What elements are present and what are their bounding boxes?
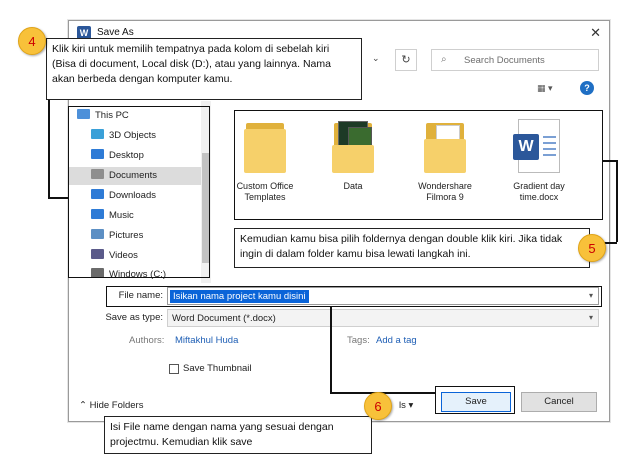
authors-value[interactable]: Miftakhul Huda <box>175 335 238 346</box>
files-highlight-frame <box>234 110 603 220</box>
help-icon[interactable]: ? <box>580 81 594 95</box>
connector-line <box>48 100 50 198</box>
connector-line <box>616 160 618 242</box>
save-thumbnail-label: Save Thumbnail <box>183 363 252 374</box>
tags-label: Tags: <box>347 335 370 346</box>
hide-folders-label: Hide Folders <box>89 400 144 411</box>
chevron-down-icon[interactable]: ⌄ <box>372 53 380 64</box>
callout-6-box: Isi File name dengan nama yang sesuai de… <box>104 416 372 454</box>
save-type-row: Save as type: Word Document (*.docx) ▾ <box>69 307 609 329</box>
nav-highlight-frame <box>68 106 210 278</box>
connector-line <box>48 197 68 199</box>
save-type-label: Save as type: <box>105 312 163 323</box>
step-4-badge: 4 <box>18 27 46 55</box>
chevron-down-icon[interactable]: ▾ <box>589 313 593 322</box>
search-icon: ⌕ <box>441 54 447 65</box>
chevron-up-icon: ⌃ <box>79 400 90 411</box>
cancel-button[interactable]: Cancel <box>521 392 597 412</box>
step-5-badge: 5 <box>578 234 606 262</box>
connector-line <box>603 160 617 162</box>
authors-label: Authors: <box>129 335 165 346</box>
window-title: Save As <box>97 27 134 38</box>
search-input[interactable]: ⌕ Search Documents <box>431 49 599 71</box>
screenshot-stage: W Save As ✕ ⌄ ↻ ⌕ Search Documents ▦ ▾ ?… <box>0 0 640 465</box>
callout-6-text: Isi File name dengan nama yang sesuai de… <box>110 421 334 448</box>
close-icon[interactable]: ✕ <box>590 25 601 41</box>
step-6-badge: 6 <box>364 392 392 420</box>
save-highlight-frame <box>435 386 515 414</box>
save-thumbnail-checkbox[interactable] <box>169 364 179 374</box>
connector-line <box>330 307 332 393</box>
refresh-button[interactable]: ↻ <box>395 49 417 71</box>
search-placeholder: Search Documents <box>464 55 545 66</box>
callout-4-box: Klik kiri untuk memilih tempatnya pada k… <box>46 38 362 100</box>
callout-5-box: Kemudian kamu bisa pilih foldernya denga… <box>234 228 590 268</box>
save-type-value: Word Document (*.docx) <box>172 313 276 324</box>
tools-button-fragment[interactable]: ls ▾ <box>399 400 413 411</box>
file-name-highlight-frame <box>106 286 602 307</box>
save-type-select[interactable]: Word Document (*.docx) ▾ <box>167 309 599 327</box>
view-options-icon[interactable]: ▦ ▾ <box>537 83 553 94</box>
hide-folders-button[interactable]: ⌃ Hide Folders <box>79 400 143 411</box>
tags-value[interactable]: Add a tag <box>376 335 417 346</box>
callout-5-text: Kemudian kamu bisa pilih foldernya denga… <box>240 233 563 260</box>
tools-label: ls <box>399 400 406 411</box>
callout-4-text: Klik kiri untuk memilih tempatnya pada k… <box>52 43 331 85</box>
